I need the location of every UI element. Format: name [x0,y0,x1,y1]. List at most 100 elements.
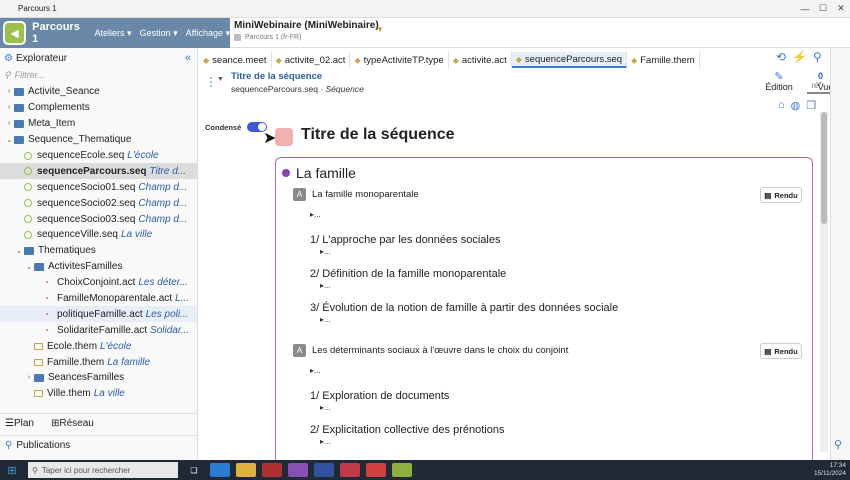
taskbar-search[interactable]: ⚲ Taper ici pour rechercher [28,462,178,478]
collapsed-ellipsis[interactable]: ▸... [310,210,321,219]
tree-item[interactable]: ⌄ Sequence_Thematique [0,132,197,148]
chevron-icon[interactable]: ⌄ [4,136,14,144]
tree-item[interactable]: ⌄ Thematiques [0,243,197,259]
references-counter[interactable]: 0 réf. [809,71,823,90]
tree-item[interactable]: ◔ FamilleMonoparentale.act L... [0,291,197,307]
project-selector[interactable]: MiniWebinaire (MiniWebinaire) Parcours 1… [234,18,384,48]
activity-icon: A [293,188,306,201]
collapsed-ellipsis[interactable]: ▸... [320,281,331,290]
scrollbar-thumb[interactable] [821,112,827,224]
tab-famille-them[interactable]: ◆ Famille.them [627,52,700,68]
condense-toggle[interactable]: Condensé [205,122,268,132]
sequence-icon [275,128,293,146]
tree-item[interactable]: ◔ ChoixConjoint.act Les déter... [0,275,197,291]
task-view-icon[interactable]: ❏ [184,463,204,477]
menu-ateliers[interactable]: Ateliers ▾ [95,28,132,39]
tab-label: seance.meet [212,54,267,66]
windows-start-icon[interactable]: ⊞ [0,464,24,477]
tree-item[interactable]: sequenceEcole.seq L'école [0,148,197,164]
activity-file-icon: ◔ [44,294,49,304]
collapsed-ellipsis[interactable]: ▸... [320,403,331,412]
lightning-icon[interactable]: ⚡ [792,50,807,64]
activity-icon: A [293,344,306,357]
document-file: sequenceParcours.seq [231,84,318,94]
copy-icon[interactable]: ❐ [806,99,816,112]
maximize-icon[interactable]: ☐ [814,3,832,14]
chevron-icon[interactable]: ⌄ [14,247,24,255]
title-bar: Parcours 1 — ☐ ✕ [0,0,850,18]
collapsed-ellipsis[interactable]: ▸... [310,366,321,375]
vscode-icon[interactable] [210,463,230,477]
tab-sequenceparcours-seq[interactable]: ◆ sequenceParcours.seq [511,52,628,68]
tab-activite-act[interactable]: ◆ activite.act [449,52,512,68]
chevron-icon[interactable]: ⌄ [24,263,34,271]
history-icon[interactable]: ⟲ [776,50,786,64]
tree-item-label: sequenceSocio01.seq [37,181,136,193]
tab-seance-meet[interactable]: ◆ seance.meet [199,52,272,68]
file-type-icon: ◆ [203,55,210,65]
explorer-bottom-tabs: ☰ Plan ⊞ Réseau [0,413,197,433]
search-icon[interactable]: ⚲ [813,50,822,64]
sequence-file-icon [24,199,32,208]
tree-item[interactable]: sequenceSocio02.seq Champ d... [0,195,197,211]
app-icon-red2[interactable] [340,463,360,477]
collapsed-ellipsis[interactable]: ▸... [320,437,331,446]
tab-plan[interactable]: ☰ Plan [5,418,34,429]
zoom-icon[interactable]: ⚲ [834,438,842,451]
folder-icon[interactable] [236,463,256,477]
app-icon-blue[interactable] [314,463,334,477]
chevron-down-icon[interactable]: ▼ [376,25,384,34]
file-tree: › Activite_Seance › Complements › Meta_Item ⌄ S… [0,84,197,402]
close-icon[interactable]: ✕ [832,3,850,14]
tree-item[interactable]: sequenceParcours.seq Titre d... [0,163,197,180]
menu-affichage[interactable]: Affichage ▾ [186,28,230,39]
tree-item[interactable]: › Complements [0,100,197,116]
tree-item[interactable]: Famille.them La famille [0,354,197,370]
kebab-menu-icon[interactable]: ⋮ [205,75,217,89]
activity-header: A La famille monoparentale [293,188,419,201]
tab-typeactivitetp-type[interactable]: ◆ typeActiviteTP.type [350,52,449,68]
tree-item[interactable]: Ecole.them L'école [0,338,197,354]
tree-item-label: Ville.them [47,388,91,400]
mode-edition[interactable]: ✎ Édition [751,70,807,94]
chevron-icon[interactable]: › [24,374,34,381]
tab-reseau[interactable]: ⊞ Réseau [51,418,94,429]
tree-item[interactable]: ⌄ ActivitesFamilles [0,259,197,275]
filter-input[interactable]: ⚲ Filtrer... [4,68,197,82]
collapsed-ellipsis[interactable]: ▸... [320,247,331,256]
tree-item[interactable]: › Activite_Seance [0,84,197,100]
menu-gestion[interactable]: Gestion ▾ [140,28,178,39]
tree-item-label: sequenceParcours.seq [37,165,147,177]
publications-button[interactable]: ⚲ Publications [0,435,197,455]
theme-title: La famille [296,165,356,181]
collapse-icon[interactable]: « [185,52,191,64]
tree-item[interactable]: ◔ SolidariteFamille.act Solidar... [0,322,197,338]
app-icon-purple[interactable] [288,463,308,477]
tree-item[interactable]: sequenceSocio03.seq Champ d... [0,211,197,227]
chevron-down-icon[interactable]: ▼ [217,76,224,83]
rendu-button[interactable]: ▤ Rendu [760,187,802,203]
tree-item[interactable]: ◔ politiqueFamille.act Les poli... [0,306,197,323]
folder-icon [14,135,24,144]
tab-toolbar: ⟲ ⚡ ⚲ [776,50,828,64]
tab-activite-02-act[interactable]: ◆ activite_02.act [272,52,351,68]
app-icon-red[interactable] [262,463,282,477]
tree-item[interactable]: Ville.them La ville [0,386,197,402]
collapsed-ellipsis[interactable]: ▸... [320,315,331,324]
minimize-icon[interactable]: — [796,4,814,14]
chevron-icon[interactable]: › [4,120,14,127]
tree-item[interactable]: › SeancesFamilles [0,370,197,386]
app-icon-vivaldi[interactable] [366,463,386,477]
rendu-button[interactable]: ▤ Rendu [760,343,802,359]
globe-icon[interactable]: ◍ [791,99,801,112]
tree-item[interactable]: sequenceSocio01.seq Champ d... [0,179,197,195]
tree-item[interactable]: sequenceVille.seq La ville [0,227,197,243]
app-icon-green[interactable] [392,463,412,477]
scrollbar[interactable] [820,112,828,452]
tree-item[interactable]: › Meta_Item [0,116,197,132]
chevron-icon[interactable]: › [4,104,14,111]
theme-block: La famille A La famille monoparentale ▤ Ren… [275,157,813,460]
home-icon[interactable]: ⌂ [778,99,785,112]
filter-icon: ⚲ [4,69,11,80]
chevron-icon[interactable]: › [4,88,14,95]
